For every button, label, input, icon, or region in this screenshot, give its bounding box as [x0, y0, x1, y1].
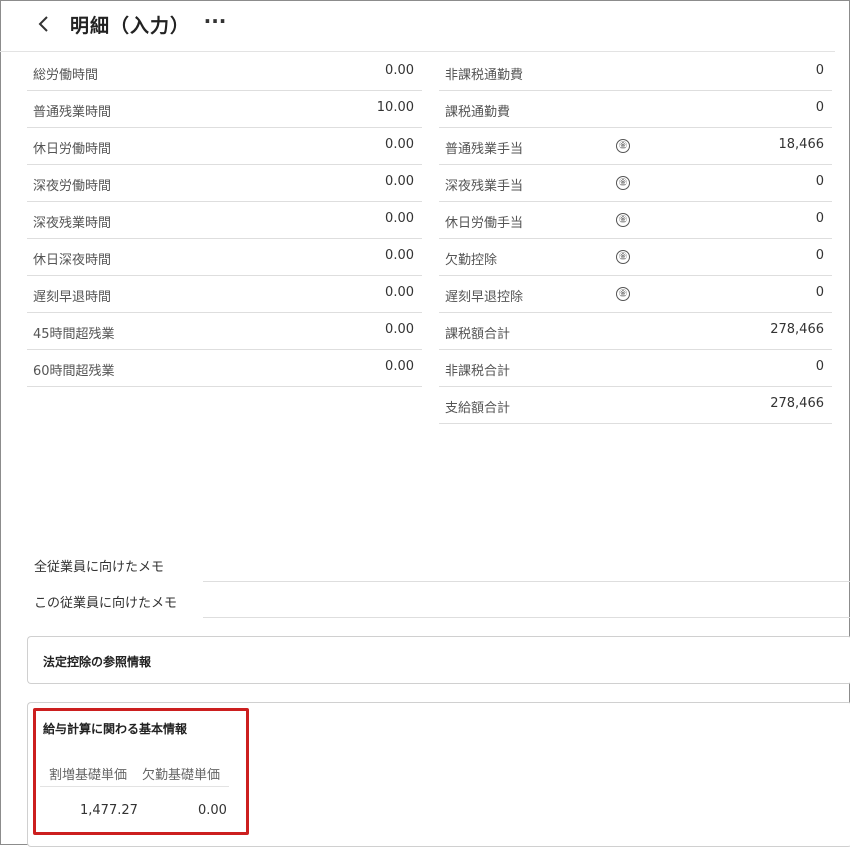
- memo-all-employees-field[interactable]: [203, 546, 850, 582]
- hours-label: 普通残業時間: [33, 105, 112, 120]
- yen-badge-icon: ㊎: [616, 213, 630, 227]
- memo-this-employee-label: この従業員に向けたメモ: [34, 596, 178, 611]
- payment-row: 普通残業手当 ㊎ 18,466: [439, 128, 832, 165]
- payment-row: 課税額合計 278,466: [439, 313, 832, 350]
- hours-label: 遅刻早退時間: [33, 290, 112, 305]
- hours-label: 総労働時間: [33, 68, 99, 83]
- legal-deduction-title: 法定控除の参照情報: [43, 655, 152, 669]
- payment-label: 遅刻早退控除: [445, 290, 524, 305]
- payment-value[interactable]: 0: [816, 359, 824, 374]
- basic-info-divider: [40, 786, 229, 787]
- more-icon[interactable]: ···: [200, 8, 230, 38]
- memo-this-employee: この従業員に向けたメモ: [26, 582, 850, 618]
- payment-label: 深夜残業手当: [445, 179, 524, 194]
- yen-badge-icon: ㊎: [616, 250, 630, 264]
- payment-label: 非課税合計: [445, 364, 511, 379]
- hours-value[interactable]: 0.00: [385, 322, 414, 337]
- payment-label: 普通残業手当: [445, 142, 524, 157]
- hours-row: 深夜労働時間 0.00: [27, 165, 422, 202]
- payment-value[interactable]: 0: [816, 174, 824, 189]
- yen-badge-icon: ㊎: [616, 287, 630, 301]
- hours-row: 遅刻早退時間 0.00: [27, 276, 422, 313]
- payment-row: 休日労働手当 ㊎ 0: [439, 202, 832, 239]
- hours-value[interactable]: 0.00: [385, 285, 414, 300]
- page-title: 明細（入力）: [70, 15, 191, 37]
- payment-label: 課税額合計: [445, 327, 511, 342]
- hours-row: 総労働時間 0.00: [27, 54, 422, 91]
- payment-row: 非課税合計 0: [439, 350, 832, 387]
- memo-all-employees-label: 全従業員に向けたメモ: [34, 560, 165, 575]
- payment-row: 遅刻早退控除 ㊎ 0: [439, 276, 832, 313]
- payment-value[interactable]: 0: [816, 211, 824, 226]
- payment-label: 欠勤控除: [445, 253, 498, 268]
- payment-row: 課税通勤費 0: [439, 91, 832, 128]
- hours-row: 休日労働時間 0.00: [27, 128, 422, 165]
- payment-label: 休日労働手当: [445, 216, 524, 231]
- hours-value[interactable]: 0.00: [385, 63, 414, 78]
- hours-row: 60時間超残業 0.00: [27, 350, 422, 387]
- hours-value[interactable]: 0.00: [385, 137, 414, 152]
- legal-deduction-panel[interactable]: 法定控除の参照情報: [27, 636, 850, 684]
- chevron-left-icon[interactable]: [32, 10, 56, 38]
- payment-label: 支給額合計: [445, 401, 511, 416]
- basic-info-title: 給与計算に関わる基本情報: [43, 722, 188, 736]
- hours-value[interactable]: 0.00: [385, 211, 414, 226]
- hours-label: 深夜労働時間: [33, 179, 112, 194]
- hours-row: 深夜残業時間 0.00: [27, 202, 422, 239]
- overtime-base-rate-value: 1,477.27: [80, 803, 138, 818]
- hours-label: 休日深夜時間: [33, 253, 112, 268]
- hours-value[interactable]: 0.00: [385, 248, 414, 263]
- payment-row: 非課税通勤費 0: [439, 54, 832, 91]
- payment-label: 非課税通勤費: [445, 68, 524, 83]
- yen-badge-icon: ㊎: [616, 139, 630, 153]
- hours-row: 45時間超残業 0.00: [27, 313, 422, 350]
- payment-value[interactable]: 0: [816, 248, 824, 263]
- payment-value[interactable]: 0: [816, 63, 824, 78]
- payment-value[interactable]: 18,466: [779, 137, 825, 152]
- hours-label: 60時間超残業: [33, 364, 115, 379]
- memo-this-employee-field[interactable]: [203, 582, 850, 618]
- payment-label: 課税通勤費: [445, 105, 511, 120]
- absence-base-rate-value: 0.00: [198, 803, 227, 818]
- payment-row: 深夜残業手当 ㊎ 0: [439, 165, 832, 202]
- hours-label: 深夜残業時間: [33, 216, 112, 231]
- hours-value[interactable]: 0.00: [385, 359, 414, 374]
- payment-value[interactable]: 0: [816, 285, 824, 300]
- header-divider: [0, 51, 835, 52]
- payment-row: 支給額合計 278,466: [439, 387, 832, 424]
- hours-label: 休日労働時間: [33, 142, 112, 157]
- yen-badge-icon: ㊎: [616, 176, 630, 190]
- payment-value[interactable]: 278,466: [770, 322, 824, 337]
- memo-all-employees: 全従業員に向けたメモ: [26, 546, 850, 582]
- hours-row: 休日深夜時間 0.00: [27, 239, 422, 276]
- hours-row: 普通残業時間 10.00: [27, 91, 422, 128]
- payment-value[interactable]: 0: [816, 100, 824, 115]
- hours-label: 45時間超残業: [33, 327, 115, 342]
- hours-value[interactable]: 10.00: [377, 100, 414, 115]
- page-header: 明細（入力） ···: [0, 0, 848, 50]
- absence-base-rate-header: 欠勤基礎単価: [142, 768, 221, 783]
- payment-value[interactable]: 278,466: [770, 396, 824, 411]
- payment-row: 欠勤控除 ㊎ 0: [439, 239, 832, 276]
- overtime-base-rate-header: 割増基礎単価: [49, 768, 128, 783]
- hours-value[interactable]: 0.00: [385, 174, 414, 189]
